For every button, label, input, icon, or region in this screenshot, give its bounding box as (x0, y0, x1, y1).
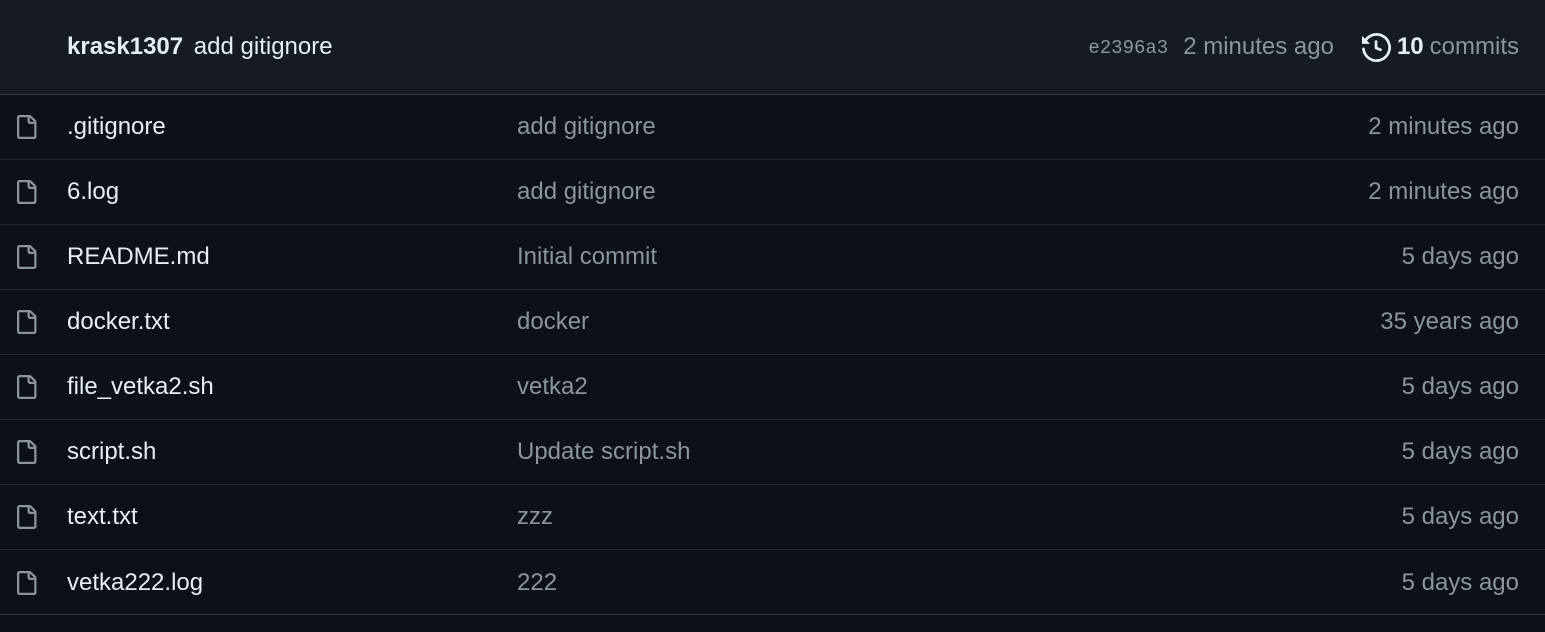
file-row[interactable]: vetka222.log 222 5 days ago (0, 550, 1545, 615)
file-commit-message-link[interactable]: Initial commit (517, 243, 657, 271)
file-row[interactable]: script.sh Update script.sh 5 days ago (0, 420, 1545, 485)
file-icon (17, 375, 37, 399)
file-commit-time: 5 days ago (1401, 243, 1519, 270)
file-commit-time: 5 days ago (1401, 568, 1519, 596)
commit-message-link[interactable]: add gitignore (194, 33, 333, 60)
file-row[interactable]: docker.txt docker 35 years ago (0, 290, 1545, 355)
commits-label: commits (1429, 33, 1519, 60)
file-icon (17, 180, 37, 204)
file-icon (17, 505, 37, 529)
file-name-link[interactable]: vetka222.log (67, 569, 203, 597)
file-commit-time: 35 years ago (1380, 308, 1519, 335)
commit-author-link[interactable]: krask1307 (67, 33, 183, 60)
file-commit-message-link[interactable]: add gitignore (517, 178, 656, 206)
file-commit-message-link[interactable]: vetka2 (517, 373, 588, 401)
file-row[interactable]: 6.log add gitignore 2 minutes ago (0, 160, 1545, 225)
file-icon (17, 245, 37, 269)
file-name-link[interactable]: README.md (67, 243, 210, 271)
file-row[interactable]: text.txt zzz 5 days ago (0, 485, 1545, 550)
latest-commit-info: krask1307 add gitignore (67, 33, 1088, 61)
file-commit-message-link[interactable]: zzz (517, 503, 553, 531)
file-commit-message-link[interactable]: Update script.sh (517, 438, 690, 466)
latest-commit-meta: e2396a3 2 minutes ago 10 commits (1088, 32, 1519, 62)
file-icon (17, 440, 37, 464)
commits-count: 10 (1396, 33, 1424, 60)
file-name-link[interactable]: docker.txt (67, 308, 170, 336)
file-commit-message-link[interactable]: docker (517, 308, 589, 336)
commit-time: 2 minutes ago (1183, 33, 1334, 60)
file-icon (17, 310, 37, 334)
file-icon (17, 570, 37, 595)
file-commit-message-link[interactable]: add gitignore (517, 113, 656, 141)
history-icon (1361, 32, 1391, 62)
file-commit-time: 5 days ago (1401, 503, 1519, 530)
latest-commit-bar: krask1307 add gitignore e2396a3 2 minute… (0, 0, 1545, 95)
file-commit-time: 2 minutes ago (1368, 178, 1519, 205)
file-name-link[interactable]: file_vetka2.sh (67, 373, 214, 401)
file-row[interactable]: file_vetka2.sh vetka2 5 days ago (0, 355, 1545, 420)
file-commit-time: 5 days ago (1401, 373, 1519, 400)
file-icon (17, 115, 37, 139)
file-commit-time: 2 minutes ago (1368, 113, 1519, 140)
file-row[interactable]: .gitignore add gitignore 2 minutes ago (0, 95, 1545, 160)
file-name-link[interactable]: .gitignore (67, 113, 166, 141)
file-commit-message-link[interactable]: 222 (517, 569, 557, 597)
file-name-link[interactable]: text.txt (67, 503, 138, 531)
file-browser: krask1307 add gitignore e2396a3 2 minute… (0, 0, 1545, 615)
file-row[interactable]: README.md Initial commit 5 days ago (0, 225, 1545, 290)
file-name-link[interactable]: script.sh (67, 438, 156, 466)
commit-sha-link[interactable]: e2396a3 (1088, 37, 1168, 59)
file-name-link[interactable]: 6.log (67, 178, 119, 206)
file-commit-time: 5 days ago (1401, 438, 1519, 465)
file-list: .gitignore add gitignore 2 minutes ago 6… (0, 95, 1545, 615)
commits-history-link[interactable]: 10 commits (1361, 32, 1519, 62)
